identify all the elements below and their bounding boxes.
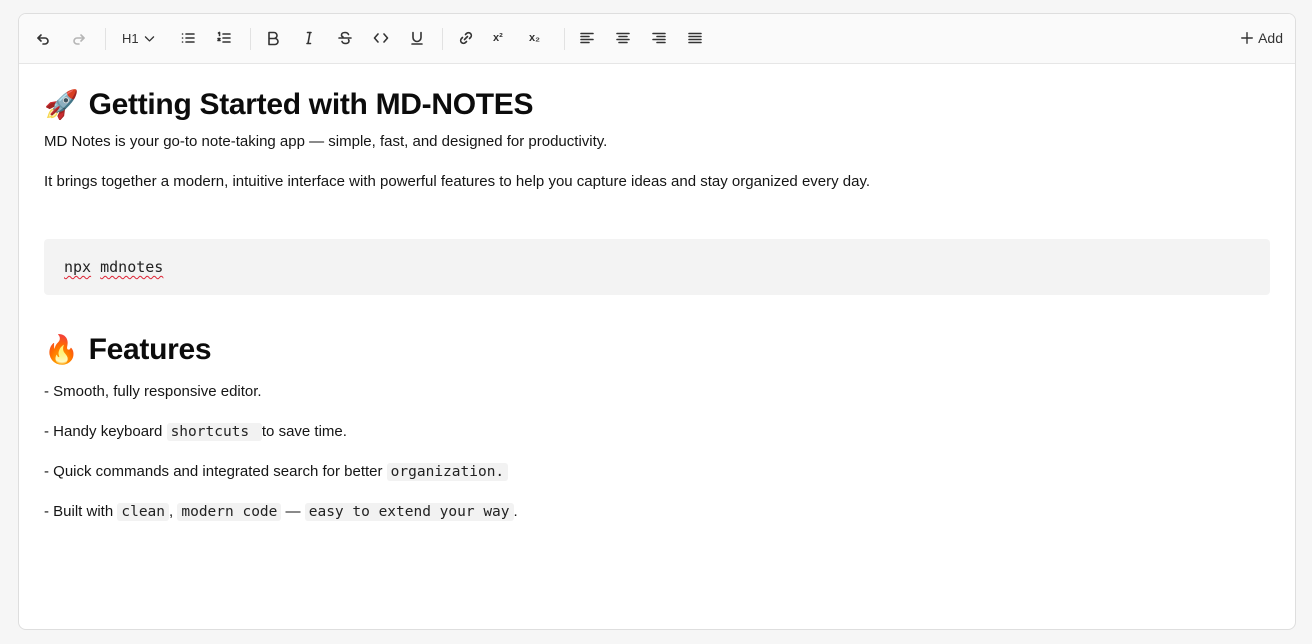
editor-toolbar: H1 x² x₂ Add — [19, 14, 1295, 64]
italic-icon — [306, 31, 312, 45]
chevron-down-icon — [144, 35, 154, 42]
undo-button[interactable] — [35, 27, 51, 49]
add-button-label: Add — [1258, 30, 1283, 46]
strikethrough-icon — [338, 31, 352, 45]
heading-level-value: H1 — [122, 30, 139, 46]
feature-text: — — [281, 503, 305, 520]
link-icon — [459, 31, 473, 45]
ordered-list-button[interactable] — [216, 27, 232, 49]
align-center-button[interactable] — [615, 27, 631, 49]
document-title: 🚀 Getting Started with MD-NOTES — [44, 88, 1270, 122]
features-heading: 🔥 Features — [44, 333, 1270, 367]
bold-icon — [268, 31, 279, 46]
code-argument: mdnotes — [100, 258, 164, 276]
inline-code: shortcuts — [166, 423, 262, 441]
underline-icon — [411, 31, 423, 45]
align-right-button[interactable] — [651, 27, 667, 49]
intro-paragraph-2: It brings together a modern, intuitive i… — [44, 173, 871, 190]
toolbar-divider — [442, 28, 443, 50]
bold-button[interactable] — [265, 27, 281, 49]
heading-level-select[interactable]: H1 — [122, 27, 156, 49]
align-left-button[interactable] — [579, 27, 595, 49]
add-button[interactable]: Add — [1240, 27, 1283, 49]
inline-code: modern code — [177, 503, 282, 521]
underline-button[interactable] — [409, 27, 425, 49]
document-title-text: Getting Started with MD-NOTES — [88, 88, 534, 121]
undo-icon — [37, 34, 49, 45]
redo-icon — [73, 34, 85, 45]
toolbar-divider — [250, 28, 251, 50]
align-left-icon — [580, 32, 594, 44]
subscript-button[interactable]: x₂ — [529, 27, 540, 49]
fire-icon: 🔥 — [44, 334, 79, 365]
inline-code: clean — [117, 503, 170, 521]
feature-item: - Handy keyboard shortcuts to save time. — [44, 421, 1270, 443]
plus-icon — [1241, 32, 1254, 44]
code-block: npx mdnotes — [44, 239, 1270, 295]
feature-item: - Smooth, fully responsive editor. — [44, 383, 262, 400]
bullet-list-icon — [181, 33, 195, 43]
feature-item: - Built with clean, modern code — easy t… — [44, 501, 1270, 523]
intro-paragraph-1: MD Notes is your go-to note-taking app —… — [44, 133, 608, 150]
align-justify-icon — [688, 32, 702, 44]
features-heading-text: Features — [88, 333, 212, 366]
toolbar-divider — [564, 28, 565, 50]
editor-content[interactable]: 🚀 Getting Started with MD-NOTES MD Notes… — [44, 76, 1270, 523]
code-icon — [373, 33, 389, 43]
feature-text: to save time. — [261, 423, 347, 440]
ordered-list-icon — [217, 31, 231, 43]
feature-text: - Quick commands and integrated search f… — [44, 463, 387, 480]
italic-button[interactable] — [301, 27, 317, 49]
inline-code: easy to extend your way — [304, 503, 514, 521]
link-button[interactable] — [458, 27, 474, 49]
align-right-icon — [652, 32, 666, 44]
inline-code: organization. — [386, 463, 509, 481]
code-command: npx — [64, 258, 92, 276]
inline-code-button[interactable] — [373, 27, 389, 49]
subscript-icon: x₂ — [529, 32, 541, 44]
rocket-icon: 🚀 — [44, 89, 79, 120]
bullet-list-button[interactable] — [180, 27, 196, 49]
align-center-icon — [616, 32, 630, 44]
redo-button[interactable] — [71, 27, 87, 49]
feature-text: - Built with — [44, 503, 118, 520]
superscript-button[interactable]: x² — [493, 27, 503, 49]
superscript-icon: x² — [493, 32, 503, 44]
editor-frame: H1 x² x₂ Add 🚀 Getting Started with MD-N… — [18, 13, 1296, 630]
align-justify-button[interactable] — [687, 27, 703, 49]
toolbar-divider — [105, 28, 106, 50]
feature-item: - Quick commands and integrated search f… — [44, 461, 1270, 483]
feature-text: . — [513, 503, 518, 520]
strikethrough-button[interactable] — [337, 27, 353, 49]
feature-text: - Handy keyboard — [44, 423, 167, 440]
